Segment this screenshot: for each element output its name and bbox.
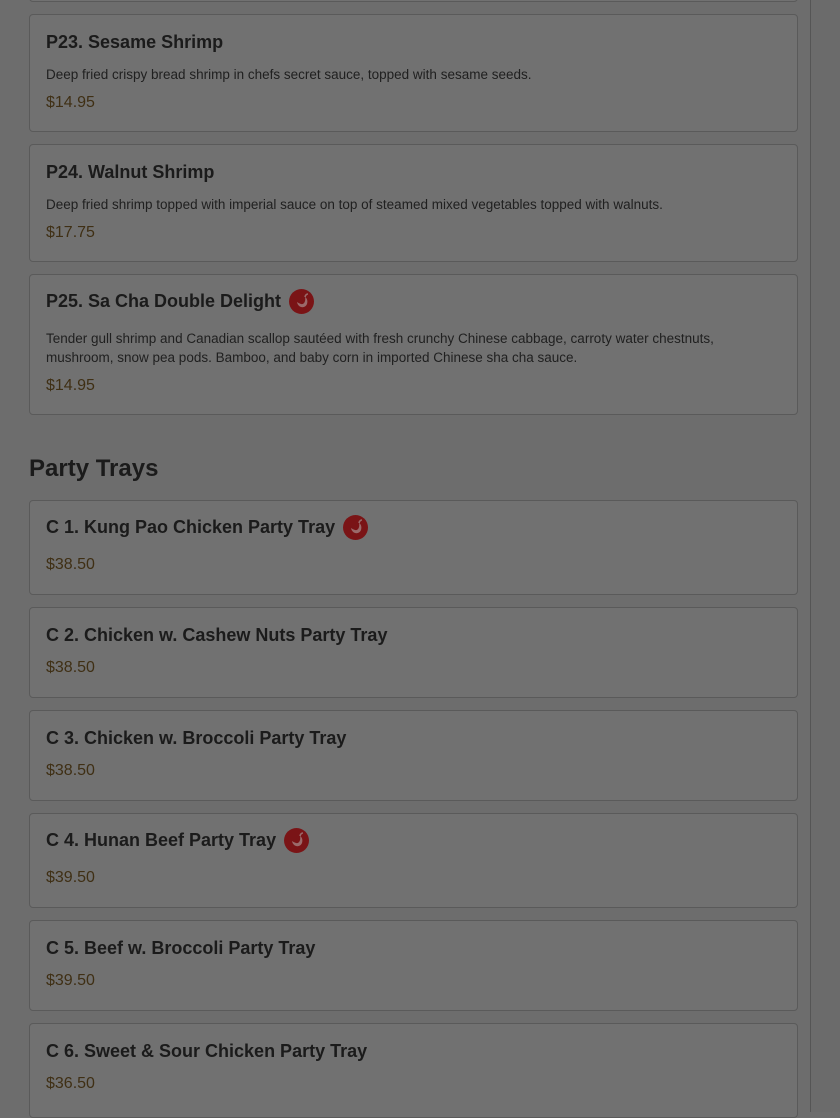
menu-item-card[interactable]: P23. Sesame Shrimp Deep fried crispy bre… xyxy=(29,14,798,132)
menu-item-card[interactable]: P25. Sa Cha Double Delight Tender gull s… xyxy=(29,274,798,415)
party-tray-card[interactable]: C 1. Kung Pao Chicken Party Tray $38.50 xyxy=(29,500,798,595)
party-tray-card[interactable]: C 4. Hunan Beef Party Tray $39.50 xyxy=(29,813,798,908)
menu-item-card[interactable]: P24. Walnut Shrimp Deep fried shrimp top… xyxy=(29,144,798,262)
chili-pepper-icon xyxy=(343,515,369,540)
party-tray-price: $36.50 xyxy=(46,1075,95,1092)
party-tray-price: $38.50 xyxy=(46,659,95,676)
chili-pepper-icon xyxy=(289,289,315,314)
menu-item-description: Deep fried shrimp topped with imperial s… xyxy=(46,197,663,212)
party-tray-card[interactable]: C 6. Sweet & Sour Chicken Party Tray $36… xyxy=(29,1023,798,1118)
party-tray-title: C 3. Chicken w. Broccoli Party Tray xyxy=(46,728,346,749)
party-tray-title-text: C 6. Sweet & Sour Chicken Party Tray xyxy=(46,1041,368,1061)
party-tray-title-text: C 4. Hunan Beef Party Tray xyxy=(46,830,277,850)
menu-item-title-text: P24. Walnut Shrimp xyxy=(46,162,215,182)
menu-item-title-text: P23. Sesame Shrimp xyxy=(46,32,224,52)
party-tray-price: $38.50 xyxy=(46,556,95,573)
party-tray-title-text: C 3. Chicken w. Broccoli Party Tray xyxy=(46,728,347,748)
menu-item-title: P25. Sa Cha Double Delight xyxy=(46,289,315,314)
party-tray-title-text: C 1. Kung Pao Chicken Party Tray xyxy=(46,517,336,537)
chili-pepper-icon xyxy=(284,828,310,853)
party-tray-price: $39.50 xyxy=(46,869,95,886)
menu-item-title: P23. Sesame Shrimp xyxy=(46,32,223,53)
menu-item-price: $17.75 xyxy=(46,224,95,241)
menu-item-title-text: P25. Sa Cha Double Delight xyxy=(46,291,282,311)
menu-item-title: P24. Walnut Shrimp xyxy=(46,162,214,183)
party-tray-title: C 4. Hunan Beef Party Tray xyxy=(46,828,310,853)
party-tray-card[interactable]: C 3. Chicken w. Broccoli Party Tray $38.… xyxy=(29,710,798,801)
previous-item-card[interactable] xyxy=(29,0,798,2)
party-tray-title: C 5. Beef w. Broccoli Party Tray xyxy=(46,938,315,959)
party-tray-title-text: C 5. Beef w. Broccoli Party Tray xyxy=(46,938,316,958)
menu-item-description: Tender gull shrimp and Canadian scallop … xyxy=(46,331,714,365)
party-tray-title: C 1. Kung Pao Chicken Party Tray xyxy=(46,515,369,540)
party-tray-card[interactable]: C 2. Chicken w. Cashew Nuts Party Tray $… xyxy=(29,607,798,698)
party-tray-title: C 6. Sweet & Sour Chicken Party Tray xyxy=(46,1041,367,1062)
party-tray-card[interactable]: C 5. Beef w. Broccoli Party Tray $39.50 xyxy=(29,920,798,1011)
party-tray-price: $39.50 xyxy=(46,972,95,989)
menu-item-description: Deep fried crispy bread shrimp in chefs … xyxy=(46,67,532,82)
menu-item-price: $14.95 xyxy=(46,94,95,111)
section-title: Party Trays xyxy=(29,455,159,482)
menu-item-price: $14.95 xyxy=(46,377,95,394)
party-tray-title: C 2. Chicken w. Cashew Nuts Party Tray xyxy=(46,625,387,646)
party-tray-title-text: C 2. Chicken w. Cashew Nuts Party Tray xyxy=(46,625,388,645)
scrollbar[interactable] xyxy=(810,0,840,1112)
party-tray-price: $38.50 xyxy=(46,762,95,779)
